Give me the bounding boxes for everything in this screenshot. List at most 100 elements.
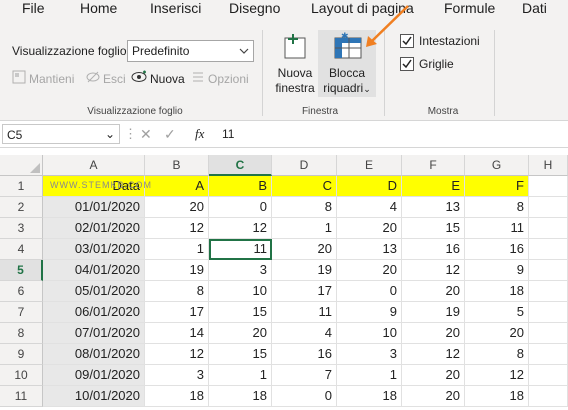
date-cell[interactable]: 03/01/2020 [43,239,145,260]
table-cell[interactable]: 11 [465,218,529,239]
table-cell[interactable]: 20 [465,323,529,344]
row-header-10[interactable]: 10 [0,365,43,386]
column-header-b[interactable]: B [145,155,209,176]
table-cell[interactable]: 1 [337,365,402,386]
row-header-4[interactable]: 4 [0,239,43,260]
date-cell[interactable]: 07/01/2020 [43,323,145,344]
cancel-icon[interactable]: ✕ [140,126,152,143]
empty-cell[interactable] [529,386,568,407]
table-cell[interactable]: 10 [209,281,272,302]
table-cell[interactable]: 13 [337,239,402,260]
empty-cell[interactable] [529,176,568,197]
enter-icon[interactable]: ✓ [164,126,176,143]
table-cell[interactable]: 0 [209,197,272,218]
table-cell[interactable]: 10 [337,323,402,344]
table-cell[interactable]: 18 [465,281,529,302]
table-cell[interactable]: 20 [337,260,402,281]
name-box[interactable]: C5 ⌄ [2,124,120,144]
table-cell[interactable]: 4 [272,323,337,344]
table-cell[interactable]: 12 [402,260,465,281]
table-cell[interactable]: 3 [145,365,209,386]
table-cell[interactable]: 0 [272,386,337,407]
table-cell[interactable]: 20 [402,386,465,407]
table-cell[interactable]: 1 [209,365,272,386]
row-header-6[interactable]: 6 [0,281,43,302]
table-cell[interactable]: 18 [465,386,529,407]
table-cell[interactable]: 8 [465,344,529,365]
row-header-3[interactable]: 3 [0,218,43,239]
column-header-c[interactable]: C [209,155,272,176]
table-cell[interactable]: 4 [337,197,402,218]
header-cell[interactable]: A [145,176,209,197]
table-cell[interactable]: 3 [337,344,402,365]
column-header-h[interactable]: H [529,155,568,176]
table-cell[interactable]: 16 [465,239,529,260]
row-header-11[interactable]: 11 [0,386,43,407]
table-cell[interactable]: 15 [402,218,465,239]
empty-cell[interactable] [529,302,568,323]
table-cell[interactable]: 19 [145,260,209,281]
table-cell[interactable]: 12 [145,218,209,239]
header-cell[interactable]: D [337,176,402,197]
table-cell[interactable]: 9 [337,302,402,323]
table-cell[interactable]: 18 [145,386,209,407]
date-cell[interactable]: 09/01/2020 [43,365,145,386]
row-header-1[interactable]: 1 [0,176,43,197]
date-cell[interactable]: 04/01/2020 [43,260,145,281]
table-cell[interactable]: 1 [145,239,209,260]
table-cell[interactable]: 16 [402,239,465,260]
row-header-5[interactable]: 5 [0,260,43,281]
date-cell[interactable]: 06/01/2020 [43,302,145,323]
table-cell[interactable]: 15 [209,302,272,323]
table-cell[interactable]: 15 [209,344,272,365]
header-cell[interactable]: E [402,176,465,197]
table-cell[interactable]: 11 [272,302,337,323]
row-header-7[interactable]: 7 [0,302,43,323]
empty-cell[interactable] [529,218,568,239]
table-cell[interactable]: 20 [209,323,272,344]
empty-cell[interactable] [529,323,568,344]
table-cell[interactable]: 18 [209,386,272,407]
insert-function-icon[interactable]: fx [195,126,204,142]
table-cell[interactable]: 18 [337,386,402,407]
date-cell[interactable]: 02/01/2020 [43,218,145,239]
row-header-8[interactable]: 8 [0,323,43,344]
table-cell[interactable]: 7 [272,365,337,386]
empty-cell[interactable] [529,197,568,218]
table-cell[interactable]: 20 [272,239,337,260]
table-cell[interactable]: 20 [337,218,402,239]
table-cell[interactable]: 19 [402,302,465,323]
date-cell[interactable]: 05/01/2020 [43,281,145,302]
row-header-9[interactable]: 9 [0,344,43,365]
table-cell[interactable]: 16 [272,344,337,365]
table-cell[interactable]: 9 [465,260,529,281]
date-cell[interactable]: 08/01/2020 [43,344,145,365]
table-cell[interactable]: 13 [402,197,465,218]
table-cell[interactable]: 14 [145,323,209,344]
header-cell[interactable]: F [465,176,529,197]
table-cell[interactable]: 20 [145,197,209,218]
empty-cell[interactable] [529,344,568,365]
table-cell[interactable]: 12 [145,344,209,365]
date-cell[interactable]: 10/01/2020 [43,386,145,407]
table-cell[interactable]: 3 [209,260,272,281]
table-cell[interactable]: 8 [272,197,337,218]
table-cell[interactable]: 0 [337,281,402,302]
column-header-f[interactable]: F [402,155,465,176]
table-cell[interactable]: 12 [465,365,529,386]
date-cell[interactable]: 01/01/2020 [43,197,145,218]
empty-cell[interactable] [529,239,568,260]
grid-corner[interactable] [0,155,43,176]
table-cell[interactable]: 5 [465,302,529,323]
column-header-d[interactable]: D [272,155,337,176]
table-cell[interactable]: 8 [465,197,529,218]
header-cell[interactable]: C [272,176,337,197]
empty-cell[interactable] [529,281,568,302]
column-header-e[interactable]: E [337,155,402,176]
empty-cell[interactable] [529,365,568,386]
table-cell[interactable]: 8 [145,281,209,302]
header-cell[interactable]: B [209,176,272,197]
table-cell[interactable]: 20 [402,281,465,302]
column-header-a[interactable]: A [43,155,145,176]
table-cell[interactable]: 19 [272,260,337,281]
